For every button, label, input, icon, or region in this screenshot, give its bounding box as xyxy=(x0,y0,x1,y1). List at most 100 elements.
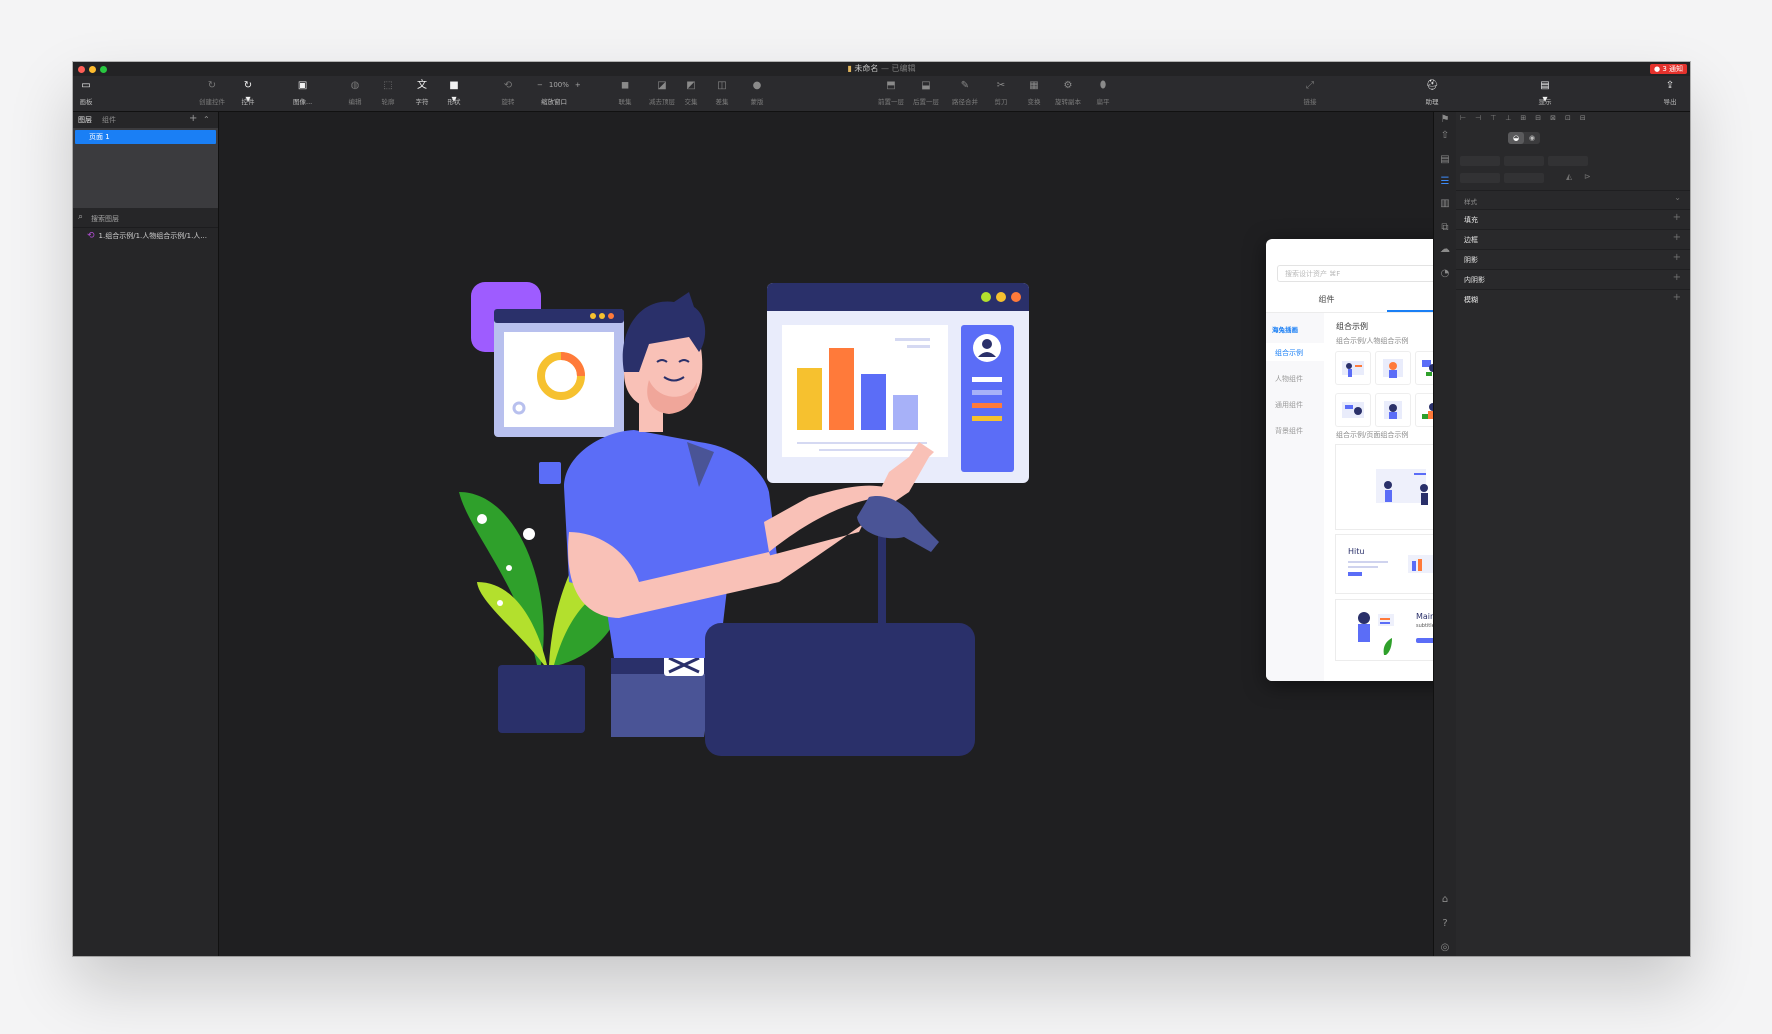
toolbar-scissors-button[interactable]: ✂ 剪刀 xyxy=(994,79,1008,106)
nav-item-background[interactable]: 背景组件 xyxy=(1275,426,1303,436)
toolbar-flatten-button[interactable]: ⬮ 扁平 xyxy=(1096,79,1110,106)
scissors-icon: ✂ xyxy=(996,80,1006,91)
toolbar-path-merge-button[interactable]: ✎ 路径合并 xyxy=(952,79,978,106)
toolbar-create-symbol-button[interactable]: ↻ 创建控件 xyxy=(199,79,225,106)
chevron-down-icon[interactable]: ⌄ xyxy=(1674,193,1681,202)
flip-horizontal-icon[interactable]: ◭ xyxy=(1566,172,1572,181)
forward-icon: ⬒ xyxy=(886,80,896,91)
toolbar-label: 链接 xyxy=(1303,98,1317,106)
toolbar-union-button[interactable]: ◼ 联集 xyxy=(618,79,632,106)
canvas[interactable]: 搜索设计资产 ⌘F ⌕ + 组件 插画 海兔插画 组合示例 人物组件 通用组件 … xyxy=(219,112,1508,956)
toolbar-mask-button[interactable]: ● 蒙版 xyxy=(750,79,764,106)
toolbar-label: 后置一层 xyxy=(913,98,939,106)
toolbar-forward-button[interactable]: ⬒ 前置一层 xyxy=(878,79,904,106)
page-item-1[interactable]: 页面 1 xyxy=(75,130,216,144)
link-icon: ⤢ xyxy=(1306,80,1314,91)
library-search-placeholder: 搜索设计资产 ⌘F xyxy=(1285,270,1341,278)
add-fill-button[interactable]: + xyxy=(1673,212,1681,223)
cloud-icon[interactable]: ☁ xyxy=(1434,244,1456,255)
toolbar-label: 导出 xyxy=(1663,98,1677,106)
symbol-instance-icon: ⟲ xyxy=(87,231,95,241)
flag-icon[interactable]: ⚑ xyxy=(1434,114,1456,125)
zoom-out-button[interactable]: − xyxy=(537,81,543,89)
illustration-thumbnail[interactable] xyxy=(1376,394,1410,426)
toolbar-image-button[interactable]: ▣ 图像... xyxy=(293,79,312,106)
layout-icon[interactable]: ▤ xyxy=(1434,154,1456,165)
flip-vertical-icon[interactable]: ⊳ xyxy=(1584,172,1591,181)
components-icon[interactable]: ▥ xyxy=(1434,198,1456,209)
gift-icon[interactable]: ⌂ xyxy=(1434,894,1456,905)
collapse-pages-button[interactable]: ⌃ xyxy=(203,115,210,124)
nav-item-people[interactable]: 人物组件 xyxy=(1275,374,1303,384)
illustration-thumbnail[interactable] xyxy=(1376,352,1410,384)
height-field[interactable] xyxy=(1504,173,1544,183)
add-inner-shadow-button[interactable]: + xyxy=(1673,272,1681,283)
zoom-control[interactable]: −100% + xyxy=(534,81,594,89)
toolbar-subtract-button[interactable]: ◪ 减去顶层 xyxy=(649,79,675,106)
add-border-button[interactable]: + xyxy=(1673,232,1681,243)
toolbar-shape-button[interactable]: ■ ▾ 形状 xyxy=(447,79,461,106)
layer-item[interactable]: ⟲ 1.组合示例/1.人物组合示例/1.人... xyxy=(87,231,207,241)
nav-item-general[interactable]: 通用组件 xyxy=(1275,400,1303,410)
toolbar-view-button[interactable]: ▤ ▾ 显示 xyxy=(1538,79,1552,106)
plugin-icon[interactable]: ⧉ xyxy=(1434,222,1456,233)
donut-chart-window-shape xyxy=(494,309,624,437)
toolbar-link-button[interactable]: ⤢ 链接 xyxy=(1303,79,1317,106)
illustration-thumbnail[interactable] xyxy=(1336,394,1370,426)
history-icon[interactable]: ◔ xyxy=(1434,268,1456,279)
toolbar-rotate-button[interactable]: ⟲ 旋转 xyxy=(501,79,515,106)
layer-search[interactable]: ⌕ 搜索图层 xyxy=(73,210,218,228)
thumbnail-title: Hitu xyxy=(1348,547,1365,556)
position-y-field[interactable] xyxy=(1504,156,1544,166)
upload-icon[interactable]: ⇧ xyxy=(1434,130,1456,141)
toolbar-label: 轮廓 xyxy=(381,98,395,106)
blur-label: 模糊 xyxy=(1464,296,1478,304)
toolbar-transform-button[interactable]: ▦ 变换 xyxy=(1027,79,1041,106)
add-page-button[interactable]: + xyxy=(189,113,197,124)
mask-icon: ● xyxy=(752,80,762,91)
rotation-field[interactable] xyxy=(1548,156,1588,166)
zoom-in-button[interactable]: + xyxy=(575,81,581,89)
help-icon[interactable]: ? xyxy=(1434,918,1456,929)
toolbar-edit-button[interactable]: ◍ 编辑 xyxy=(348,79,362,106)
tab-components[interactable]: 组件 xyxy=(102,115,116,125)
hide-icon[interactable]: ◒ xyxy=(1508,132,1524,144)
alignment-toolbar[interactable]: ⊢⊣⊤⊥⊞⊟⊠⊡⊟ xyxy=(1460,114,1686,124)
toolbar-difference-button[interactable]: ◫ 差集 xyxy=(715,79,729,106)
width-field[interactable] xyxy=(1460,173,1500,183)
nav-item-combo-examples[interactable]: 组合示例 xyxy=(1275,348,1303,358)
layer-search-label: 搜索图层 xyxy=(91,215,119,223)
toolbar-rotate-copy-button[interactable]: ⚙ 旋转副本 xyxy=(1055,79,1081,106)
add-shadow-button[interactable]: + xyxy=(1673,252,1681,263)
toolbar-label: 创建控件 xyxy=(199,98,225,106)
toolbar-backward-button[interactable]: ⬓ 后置一层 xyxy=(913,79,939,106)
small-blue-square-shape xyxy=(539,462,561,484)
add-blur-button[interactable]: + xyxy=(1673,292,1681,303)
library-section-title: 组合示例 xyxy=(1336,322,1368,331)
tab-components[interactable]: 组件 xyxy=(1266,294,1387,305)
settings-icon[interactable]: ◎ xyxy=(1434,942,1456,953)
position-x-field[interactable] xyxy=(1460,156,1500,166)
canvas-illustration[interactable] xyxy=(219,112,1433,956)
rotate-icon: ⟲ xyxy=(503,80,513,91)
notification-badge[interactable]: ● 3 通知 xyxy=(1649,64,1687,74)
toolbar-label: 变换 xyxy=(1027,98,1041,106)
title-bar: ▮ 未命名 — 已编辑 ● 3 通知 xyxy=(73,62,1690,76)
toolbar-artboard-button[interactable]: ▭ 画板 xyxy=(79,79,93,106)
fill-label: 填充 xyxy=(1464,216,1478,224)
toolbar-intersect-button[interactable]: ◩ 交集 xyxy=(684,79,698,106)
tab-layers[interactable]: 图层 xyxy=(78,115,92,125)
visibility-toggle[interactable]: ◒ ◉ xyxy=(1508,132,1540,144)
toolbar-assistant-button[interactable]: ⛑ 助理 xyxy=(1425,79,1439,106)
library-icon[interactable]: ☰ xyxy=(1434,176,1456,187)
shape-icon: ■ ▾ xyxy=(449,80,459,105)
zoom-value[interactable]: 100% xyxy=(549,81,569,89)
bar-chart-window-shape xyxy=(767,283,1029,483)
illustration-thumbnail[interactable] xyxy=(1336,352,1370,384)
toolbar-outline-button[interactable]: ⬚ 轮廓 xyxy=(381,79,395,106)
toolbar-export-button[interactable]: ⇪ 导出 xyxy=(1663,79,1677,106)
toolbar-symbol-button[interactable]: ↻ ▾ 控件 xyxy=(241,79,255,106)
eye-icon[interactable]: ◉ xyxy=(1524,132,1540,144)
toolbar-text-button[interactable]: 文字符 xyxy=(415,79,429,106)
app-window: ▮ 未命名 — 已编辑 ● 3 通知 ▭ 画板 ↻ 创建控件 ↻ ▾ 控件 ▣ 图像..… xyxy=(73,62,1690,956)
